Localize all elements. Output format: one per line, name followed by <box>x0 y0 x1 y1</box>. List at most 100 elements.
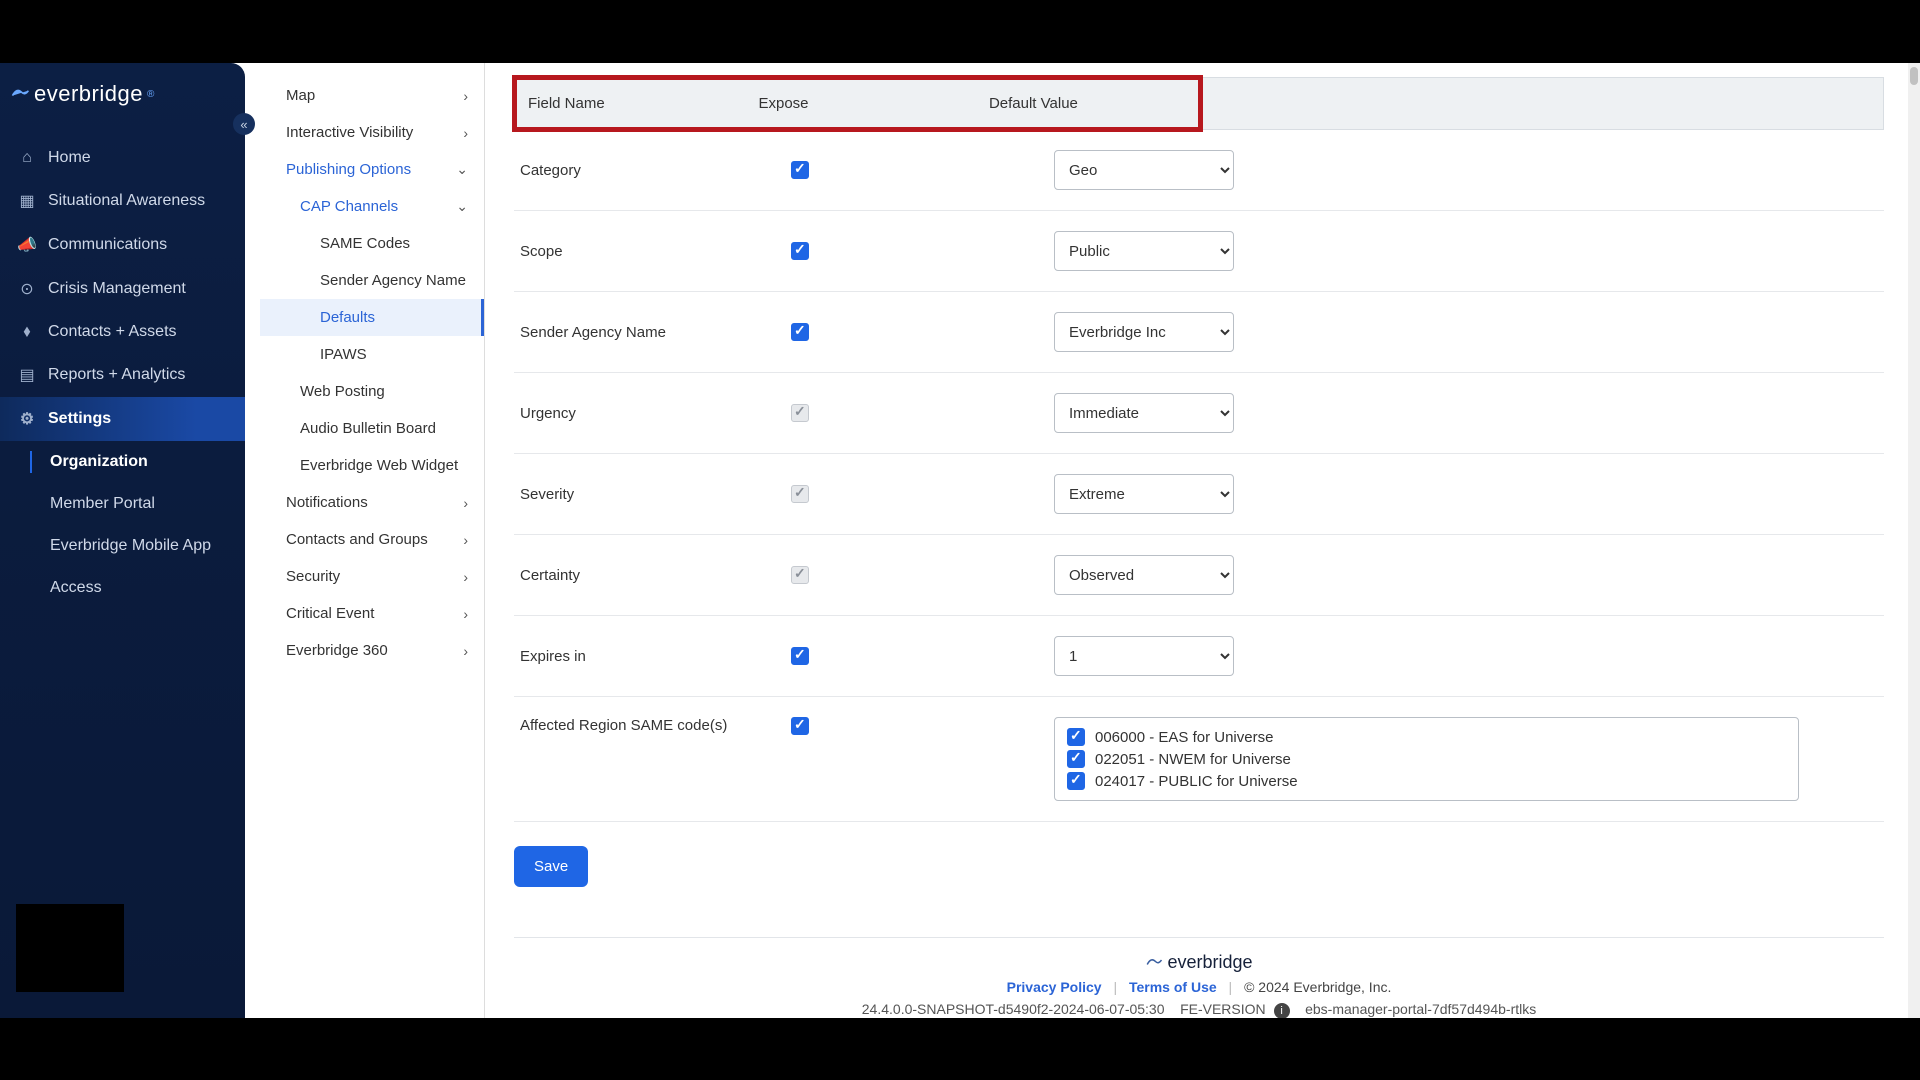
default-value-select[interactable]: Public <box>1054 231 1234 271</box>
tree-security[interactable]: Security › <box>260 558 484 595</box>
tree-sender-agency-name[interactable]: Sender Agency Name <box>260 262 484 299</box>
tree-cap-channels[interactable]: CAP Channels ⌄ <box>260 188 484 225</box>
privacy-policy-link[interactable]: Privacy Policy <box>1007 979 1102 995</box>
scrollbar-thumb[interactable] <box>1910 67 1918 85</box>
info-icon[interactable]: i <box>1274 1003 1290 1018</box>
nav-home[interactable]: ⌂ Home <box>0 137 245 179</box>
default-value-select[interactable]: Immediate <box>1054 393 1234 433</box>
tree-notifications[interactable]: Notifications › <box>260 484 484 521</box>
same-code-checkbox[interactable] <box>1067 750 1085 768</box>
tree-publishing-options[interactable]: Publishing Options ⌄ <box>260 151 484 188</box>
chevron-right-icon: › <box>463 569 468 585</box>
tree-audio-bulletin-board[interactable]: Audio Bulletin Board <box>260 410 484 447</box>
chevron-right-icon: › <box>463 125 468 141</box>
nav-situational-awareness[interactable]: ▦ Situational Awareness <box>0 179 245 223</box>
tree-label: Contacts and Groups <box>286 531 428 548</box>
alert-icon: ⊙ <box>18 279 36 299</box>
vertical-scrollbar[interactable] <box>1908 63 1920 1018</box>
field-label: Sender Agency Name <box>514 324 789 341</box>
field-row: Severity Extreme <box>514 454 1884 535</box>
field-label: Urgency <box>514 405 789 422</box>
nav-label: Communications <box>48 236 167 254</box>
nav-contacts-assets[interactable]: ⬧ Contacts + Assets <box>0 311 245 353</box>
tree-label: Sender Agency Name <box>320 272 466 289</box>
default-value-select[interactable]: Everbridge Inc <box>1054 312 1234 352</box>
field-label: Certainty <box>514 567 789 584</box>
th-default-value: Default Value <box>977 79 1199 128</box>
settings-subnav: Organization Member Portal Everbridge Mo… <box>0 441 245 609</box>
subnav-access[interactable]: Access <box>8 567 245 609</box>
expose-checkbox <box>791 485 809 503</box>
awareness-icon: ▦ <box>18 191 36 211</box>
nav-communications[interactable]: 📣 Communications <box>0 223 245 267</box>
tree-defaults[interactable]: Defaults <box>260 299 484 336</box>
default-value-select[interactable]: Extreme <box>1054 474 1234 514</box>
defaults-table-header: Field Name Expose Default Value <box>515 78 1200 129</box>
tree-web-posting[interactable]: Web Posting <box>260 373 484 410</box>
sidebar-collapse-button[interactable]: « <box>233 113 255 135</box>
gear-icon: ⚙ <box>18 409 36 429</box>
default-value-select[interactable]: Geo <box>1054 150 1234 190</box>
tree-map[interactable]: Map › <box>260 77 484 114</box>
nav-settings[interactable]: ⚙ Settings <box>0 397 245 441</box>
th-expose: Expose <box>746 79 976 128</box>
nav-crisis-management[interactable]: ⊙ Crisis Management <box>0 267 245 311</box>
nav-label: Everbridge Mobile App <box>50 537 211 555</box>
expose-checkbox[interactable] <box>791 242 809 260</box>
field-row: Urgency Immediate <box>514 373 1884 454</box>
expose-checkbox-same[interactable] <box>791 717 809 735</box>
field-label: Severity <box>514 486 789 503</box>
tree-label: Publishing Options <box>286 161 411 178</box>
default-value-select[interactable]: Observed <box>1054 555 1234 595</box>
save-button[interactable]: Save <box>514 846 588 887</box>
footer-brand: everbridge <box>1145 952 1252 973</box>
tree-interactive-visibility[interactable]: Interactive Visibility › <box>260 114 484 151</box>
same-code-label: 024017 - PUBLIC for Universe <box>1095 773 1298 790</box>
nav-reports-analytics[interactable]: ▤ Reports + Analytics <box>0 353 245 397</box>
subnav-member-portal[interactable]: Member Portal <box>8 483 245 525</box>
field-row: Certainty Observed <box>514 535 1884 616</box>
tree-same-codes[interactable]: SAME Codes <box>260 225 484 262</box>
nav-label: Access <box>50 579 102 597</box>
chevron-right-icon: › <box>463 495 468 511</box>
chart-icon: ▤ <box>18 365 36 385</box>
row-same-codes: Affected Region SAME code(s) 006000 - EA… <box>514 697 1884 822</box>
field-row: Expires in 1 <box>514 616 1884 697</box>
tree-contacts-groups[interactable]: Contacts and Groups › <box>260 521 484 558</box>
brand-logo: everbridge® <box>0 63 245 117</box>
tree-everbridge-360[interactable]: Everbridge 360 › <box>260 632 484 669</box>
subnav-organization[interactable]: Organization <box>8 441 245 483</box>
nav-label: Member Portal <box>50 495 155 513</box>
nav-label: Situational Awareness <box>48 192 205 210</box>
same-code-line: 022051 - NWEM for Universe <box>1067 748 1786 770</box>
field-label: Expires in <box>514 648 789 665</box>
same-code-line: 024017 - PUBLIC for Universe <box>1067 770 1786 792</box>
tree-everbridge-web-widget[interactable]: Everbridge Web Widget <box>260 447 484 484</box>
default-value-select[interactable]: 1 <box>1054 636 1234 676</box>
tree-label: Critical Event <box>286 605 374 622</box>
copyright-text: © 2024 Everbridge, Inc. <box>1244 979 1391 995</box>
chevron-down-icon: ⌄ <box>456 161 468 178</box>
server-id: ebs-manager-portal-7df57d494b-rtlks <box>1305 1001 1536 1017</box>
same-code-checkbox[interactable] <box>1067 728 1085 746</box>
expose-checkbox[interactable] <box>791 161 809 179</box>
field-row: Sender Agency Name Everbridge Inc <box>514 292 1884 373</box>
tree-ipaws[interactable]: IPAWS <box>260 336 484 373</box>
same-code-line: 006000 - EAS for Universe <box>1067 726 1786 748</box>
pin-icon: ⬧ <box>18 323 36 341</box>
expose-checkbox[interactable] <box>791 323 809 341</box>
primary-nav: ⌂ Home ▦ Situational Awareness 📣 Communi… <box>0 137 245 609</box>
footer-separator: | <box>1221 979 1241 995</box>
terms-of-use-link[interactable]: Terms of Use <box>1129 979 1217 995</box>
defaults-rows: CategoryGeoScopePublicSender Agency Name… <box>514 130 1884 697</box>
nav-label: Organization <box>50 453 148 471</box>
nav-label: Crisis Management <box>48 280 186 298</box>
chevron-right-icon: › <box>463 532 468 548</box>
tree-critical-event[interactable]: Critical Event › <box>260 595 484 632</box>
nav-label: Reports + Analytics <box>48 366 185 384</box>
tree-label: Everbridge Web Widget <box>300 457 458 474</box>
subnav-mobile-app[interactable]: Everbridge Mobile App <box>8 525 245 567</box>
nav-label: Home <box>48 149 91 167</box>
same-code-checkbox[interactable] <box>1067 772 1085 790</box>
expose-checkbox[interactable] <box>791 647 809 665</box>
